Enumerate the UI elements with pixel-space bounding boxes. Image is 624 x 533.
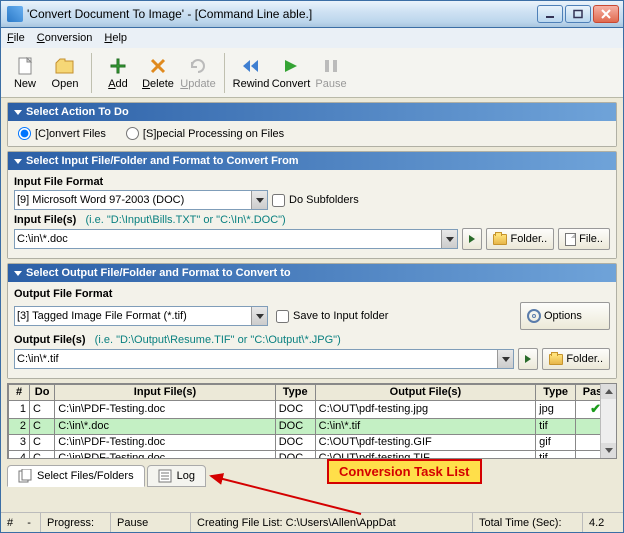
- app-icon: [7, 6, 23, 22]
- radio-convert[interactable]: [C]onvert Files: [18, 127, 106, 140]
- action-panel: Select Action To Do [C]onvert Files [S]p…: [7, 102, 617, 147]
- close-button[interactable]: [593, 5, 619, 23]
- gear-icon: [527, 309, 541, 323]
- input-panel: Select Input File/Folder and Format to C…: [7, 151, 617, 259]
- task-table[interactable]: #DoInput File(s)TypeOutput File(s)TypePa…: [7, 383, 617, 459]
- output-files-field[interactable]: [14, 349, 514, 369]
- table-header: #DoInput File(s)TypeOutput File(s)TypePa…: [9, 385, 616, 401]
- status-total-value: 4.2: [583, 513, 623, 532]
- add-icon: [108, 56, 128, 76]
- status-progress-label: Progress:: [41, 513, 111, 532]
- input-format-select[interactable]: [14, 190, 268, 210]
- chevron-down-icon[interactable]: [251, 307, 267, 325]
- window-title: 'Convert Document To Image' - [Command L…: [27, 7, 537, 21]
- log-icon: [158, 469, 172, 483]
- maximize-button[interactable]: [565, 5, 591, 23]
- add-button[interactable]: Add: [98, 50, 138, 96]
- convert-button[interactable]: Convert: [271, 50, 311, 96]
- table-row[interactable]: 4CC:\in\PDF-Testing.docDOCC:\OUT\pdf-tes…: [9, 451, 616, 460]
- radio-special[interactable]: [S]pecial Processing on Files: [126, 127, 284, 140]
- status-message: Creating File List: C:\Users\Allen\AppDa…: [191, 513, 473, 532]
- play-icon: [525, 355, 531, 363]
- table-row[interactable]: 2CC:\in\*.docDOCC:\in\*.tiftif: [9, 419, 616, 435]
- input-play-button[interactable]: [462, 228, 482, 250]
- folder-icon: [549, 354, 563, 365]
- chevron-down-icon[interactable]: [441, 230, 457, 248]
- toolbar: New Open Add Delete Update Rewind Conver…: [1, 48, 623, 98]
- new-button[interactable]: New: [5, 50, 45, 96]
- status-pause: Pause: [111, 513, 191, 532]
- tab-log[interactable]: Log: [147, 465, 206, 487]
- table-row[interactable]: 1CC:\in\PDF-Testing.docDOCC:\OUT\pdf-tes…: [9, 401, 616, 419]
- open-button[interactable]: Open: [45, 50, 85, 96]
- new-icon: [15, 56, 35, 76]
- update-icon: [188, 56, 208, 76]
- output-play-button[interactable]: [518, 348, 538, 370]
- input-format-label: Input File Format: [14, 176, 610, 188]
- rewind-button[interactable]: Rewind: [231, 50, 271, 96]
- folder-icon: [493, 234, 507, 245]
- bottom-tabs: Select Files/Folders Log Conversion Task…: [7, 463, 617, 489]
- do-subfolders-checkbox[interactable]: Do Subfolders: [272, 194, 359, 207]
- input-header[interactable]: Select Input File/Folder and Format to C…: [8, 152, 616, 170]
- menubar: File Conversion Help: [0, 28, 624, 48]
- scrollbar[interactable]: [600, 384, 616, 458]
- open-icon: [55, 56, 75, 76]
- table-row[interactable]: 3CC:\in\PDF-Testing.docDOCC:\OUT\pdf-tes…: [9, 435, 616, 451]
- update-button[interactable]: Update: [178, 50, 218, 96]
- delete-button[interactable]: Delete: [138, 50, 178, 96]
- input-files-field[interactable]: [14, 229, 458, 249]
- rewind-icon: [241, 56, 261, 76]
- status-bar: # - Progress: Pause Creating File List: …: [1, 512, 623, 532]
- output-format-select[interactable]: [14, 306, 268, 326]
- action-header[interactable]: Select Action To Do: [8, 103, 616, 121]
- output-folder-button[interactable]: Folder..: [542, 348, 610, 370]
- input-folder-button[interactable]: Folder..: [486, 228, 554, 250]
- pause-button[interactable]: Pause: [311, 50, 351, 96]
- pause-icon: [321, 56, 341, 76]
- menu-file[interactable]: File: [7, 32, 25, 44]
- chevron-down-icon[interactable]: [497, 350, 513, 368]
- output-files-label: Output File(s) (i.e. "D:\Output\Resume.T…: [14, 334, 610, 346]
- status-total-label: Total Time (Sec):: [473, 513, 583, 532]
- output-panel: Select Output File/Folder and Format to …: [7, 263, 617, 379]
- tab-select-files[interactable]: Select Files/Folders: [7, 465, 145, 487]
- minimize-button[interactable]: [537, 5, 563, 23]
- input-file-button[interactable]: File..: [558, 228, 610, 250]
- files-icon: [18, 469, 32, 483]
- menu-conversion[interactable]: Conversion: [37, 32, 93, 44]
- output-format-label: Output File Format: [14, 288, 610, 300]
- chevron-down-icon[interactable]: [251, 191, 267, 209]
- menu-help[interactable]: Help: [104, 32, 127, 44]
- play-icon: [469, 235, 475, 243]
- input-files-label: Input File(s) (i.e. "D:\Input\Bills.TXT"…: [14, 214, 610, 226]
- save-input-folder-checkbox[interactable]: Save to Input folder: [276, 310, 388, 323]
- delete-icon: [148, 56, 168, 76]
- titlebar: 'Convert Document To Image' - [Command L…: [0, 0, 624, 28]
- convert-icon: [281, 56, 301, 76]
- options-button[interactable]: Options: [520, 302, 610, 330]
- output-header[interactable]: Select Output File/Folder and Format to …: [8, 264, 616, 282]
- annotation-callout: Conversion Task List: [327, 459, 482, 484]
- file-icon: [565, 233, 576, 246]
